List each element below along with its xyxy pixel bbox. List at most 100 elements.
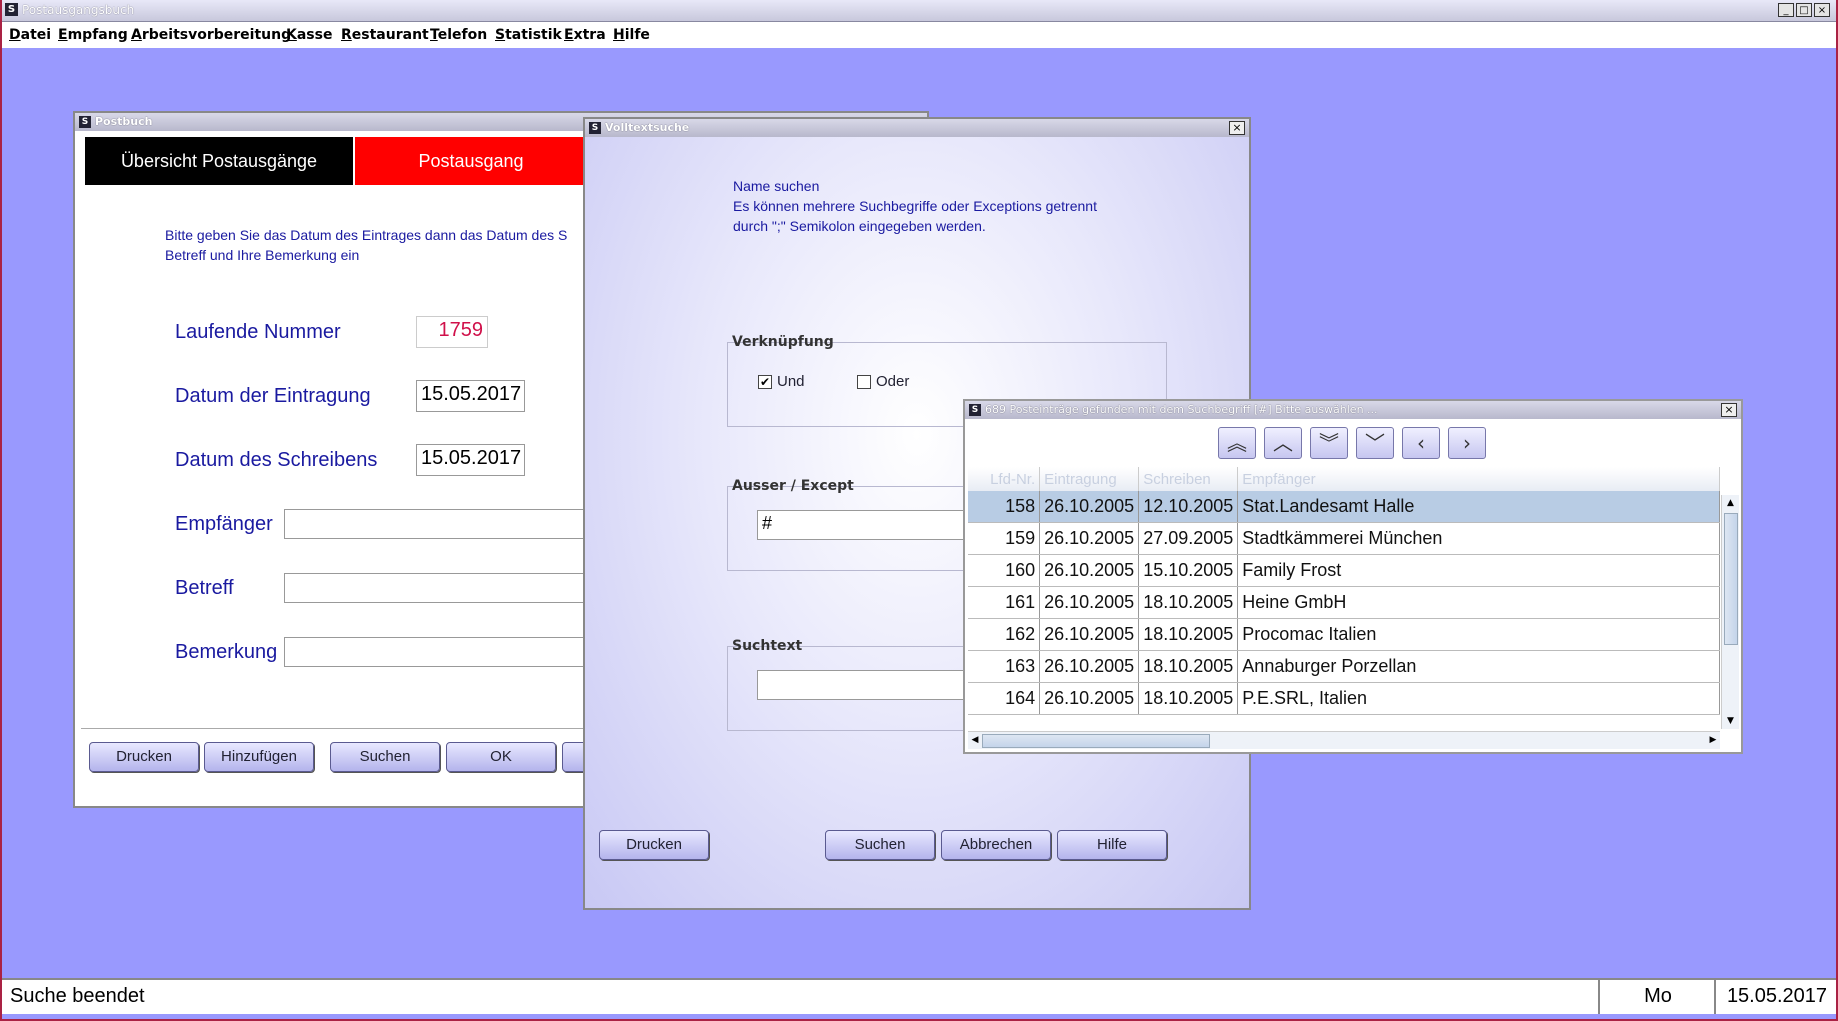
- right-icon[interactable]: ›: [1448, 427, 1486, 459]
- tab-uebersicht-label: Übersicht Postausgänge: [120, 151, 318, 171]
- double-down-icon[interactable]: ︾: [1310, 427, 1348, 459]
- empfaenger-field[interactable]: [284, 509, 604, 539]
- down-icon[interactable]: ﹀: [1356, 427, 1394, 459]
- results-title-bar: S 689 Posteinträge gefunden mit dem Such…: [965, 401, 1741, 419]
- postbuch-suchen-button[interactable]: Suchen: [330, 742, 440, 772]
- volltext-hilfe-button[interactable]: Hilfe: [1057, 830, 1167, 860]
- cell-lfd-nr: 164: [968, 682, 1041, 715]
- cell-schreiben: 15.10.2005: [1138, 554, 1239, 587]
- col-eintragung[interactable]: Eintragung: [1039, 467, 1140, 491]
- menu-kasse[interactable]: Kasse: [286, 27, 332, 43]
- cell-schreiben: 18.10.2005: [1138, 586, 1239, 619]
- menu-hilfe[interactable]: Hilfe: [613, 27, 650, 43]
- menu-telefon[interactable]: Telefon: [430, 27, 487, 43]
- cell-empfaenger: Procomac Italien: [1237, 618, 1720, 651]
- und-label: Und: [777, 373, 805, 390]
- info-line-1: Name suchen: [733, 178, 820, 194]
- und-checkbox[interactable]: ✔: [758, 375, 772, 389]
- app-title: Postausgangsbuch: [22, 3, 135, 17]
- cell-lfd-nr: 161: [968, 586, 1041, 619]
- table-row[interactable]: 161 26.10.2005 18.10.2005 Heine GmbH: [968, 586, 1720, 619]
- cell-empfaenger: Stadtkämmerei München: [1237, 522, 1720, 555]
- datum-schreibens-label: Datum des Schreibens: [175, 449, 378, 471]
- volltext-suchen-button[interactable]: Suchen: [825, 830, 935, 860]
- table-row[interactable]: 163 26.10.2005 18.10.2005 Annaburger Por…: [968, 650, 1720, 683]
- cell-eintragung: 26.10.2005: [1039, 554, 1140, 587]
- window-logo-icon: S: [969, 404, 981, 416]
- app-logo-icon: S: [5, 3, 18, 16]
- table-row[interactable]: 158 26.10.2005 12.10.2005 Stat.Landesamt…: [968, 491, 1720, 523]
- scroll-left-icon[interactable]: ◀: [968, 732, 982, 749]
- menu-empfang[interactable]: Empfang: [58, 27, 128, 43]
- horizontal-scroll-thumb[interactable]: [982, 734, 1210, 748]
- minimize-button[interactable]: _: [1778, 3, 1794, 17]
- scroll-down-icon[interactable]: ▼: [1722, 713, 1739, 729]
- cell-schreiben: 12.10.2005: [1138, 491, 1239, 523]
- oder-checkbox[interactable]: [857, 375, 871, 389]
- cell-lfd-nr: 163: [968, 650, 1041, 683]
- tab-postausgang-label: Postausgang: [418, 151, 524, 171]
- app-title-bar: S Postausgangsbuch _ □ ×: [2, 0, 1836, 22]
- main-application-window: S Postausgangsbuch _ □ × Datei Empfang A…: [0, 0, 1838, 1021]
- tab-postausgang[interactable]: Postausgang: [355, 137, 587, 185]
- scroll-right-icon[interactable]: ▶: [1706, 732, 1720, 749]
- betreff-label: Betreff: [175, 577, 234, 599]
- datum-eintragung-field[interactable]: 15.05.2017: [416, 380, 525, 412]
- instruction-text: Bitte geben Sie das Datum des Eintrages …: [165, 225, 567, 265]
- menu-statistik[interactable]: Statistik: [495, 27, 562, 43]
- close-button[interactable]: ×: [1814, 3, 1830, 17]
- status-message: Suche beendet: [10, 985, 145, 1007]
- results-close-button[interactable]: ×: [1721, 403, 1737, 417]
- double-up-icon[interactable]: ︽: [1218, 427, 1256, 459]
- cell-lfd-nr: 162: [968, 618, 1041, 651]
- ok-button[interactable]: OK: [446, 742, 556, 772]
- status-date: 15.05.2017: [1714, 980, 1838, 1014]
- scroll-up-icon[interactable]: ▲: [1722, 495, 1739, 511]
- cell-eintragung: 26.10.2005: [1039, 522, 1140, 555]
- betreff-field[interactable]: [284, 573, 604, 603]
- vertical-scroll-thumb[interactable]: [1724, 513, 1738, 645]
- cell-empfaenger: P.E.SRL, Italien: [1237, 682, 1720, 715]
- cell-empfaenger: Heine GmbH: [1237, 586, 1720, 619]
- col-empfaenger[interactable]: Empfänger: [1237, 467, 1720, 491]
- col-lfd-nr[interactable]: Lfd-Nr.: [968, 467, 1041, 491]
- volltextsuche-close-button[interactable]: ×: [1229, 121, 1245, 135]
- laufende-nummer-field[interactable]: 1759: [416, 316, 488, 348]
- col-schreiben[interactable]: Schreiben: [1138, 467, 1239, 491]
- datum-schreibens-field[interactable]: 15.05.2017: [416, 444, 525, 476]
- cell-eintragung: 26.10.2005: [1039, 491, 1140, 523]
- laufende-nummer-label: Laufende Nummer: [175, 321, 341, 343]
- menu-restaurant[interactable]: Restaurant: [341, 27, 429, 43]
- window-logo-icon: S: [589, 122, 601, 134]
- cell-lfd-nr: 160: [968, 554, 1041, 587]
- volltextsuche-title: Volltextsuche: [605, 121, 690, 134]
- table-header-row: Lfd-Nr. Eintragung Schreiben Empfänger: [968, 467, 1720, 491]
- menu-extra[interactable]: Extra: [564, 27, 606, 43]
- info-line-2: Es können mehrere Suchbegriffe oder Exce…: [733, 198, 1097, 214]
- drucken-button[interactable]: Drucken: [89, 742, 199, 772]
- table-row[interactable]: 164 26.10.2005 18.10.2005 P.E.SRL, Itali…: [968, 682, 1720, 715]
- left-icon[interactable]: ‹: [1402, 427, 1440, 459]
- ausser-except-label: Ausser / Except: [732, 478, 854, 494]
- table-row[interactable]: 160 26.10.2005 15.10.2005 Family Frost: [968, 554, 1720, 587]
- up-icon[interactable]: ︿: [1264, 427, 1302, 459]
- cell-schreiben: 18.10.2005: [1138, 618, 1239, 651]
- cell-schreiben: 18.10.2005: [1138, 650, 1239, 683]
- bemerkung-field[interactable]: [284, 637, 604, 667]
- vertical-scrollbar[interactable]: ▲ ▼: [1721, 495, 1739, 729]
- results-table-container: Lfd-Nr. Eintragung Schreiben Empfänger 1…: [968, 467, 1720, 729]
- verknuepfung-label: Verknüpfung: [732, 334, 834, 350]
- volltext-drucken-button[interactable]: Drucken: [599, 830, 709, 860]
- menu-datei[interactable]: Datei: [9, 27, 51, 43]
- table-row[interactable]: 162 26.10.2005 18.10.2005 Procomac Itali…: [968, 618, 1720, 651]
- status-day: Mo: [1598, 980, 1716, 1014]
- tab-uebersicht-postausgaenge[interactable]: Übersicht Postausgänge: [85, 137, 353, 185]
- horizontal-scrollbar[interactable]: ◀ ▶: [968, 731, 1720, 749]
- results-table: Lfd-Nr. Eintragung Schreiben Empfänger 1…: [968, 467, 1720, 715]
- table-row[interactable]: 159 26.10.2005 27.09.2005 Stadtkämmerei …: [968, 522, 1720, 555]
- volltext-abbrechen-button[interactable]: Abbrechen: [941, 830, 1051, 860]
- hinzufuegen-button[interactable]: Hinzufügen: [204, 742, 314, 772]
- menu-arbeitsvorbereitung[interactable]: Arbeitsvorbereitung: [131, 27, 291, 43]
- maximize-button[interactable]: □: [1796, 3, 1812, 17]
- cell-schreiben: 27.09.2005: [1138, 522, 1239, 555]
